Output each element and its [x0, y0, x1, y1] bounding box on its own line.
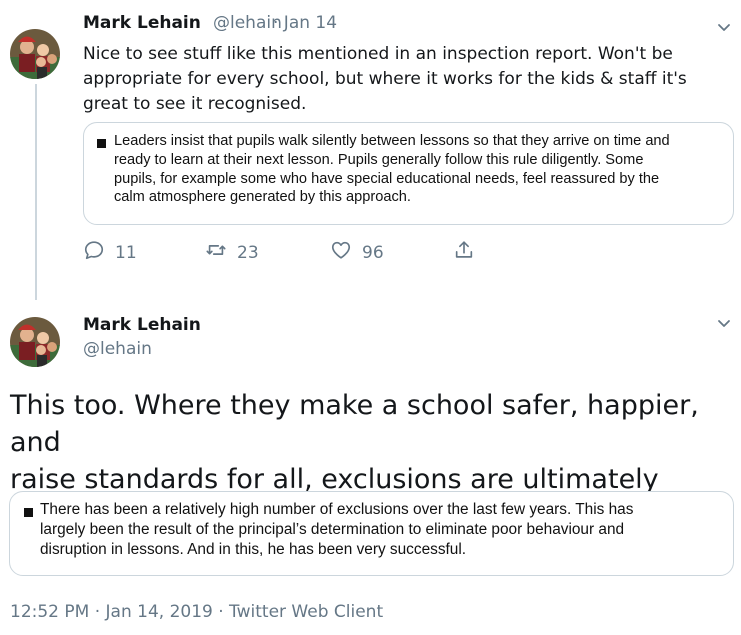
quoted-excerpt-card[interactable]: Leaders insist that pupils walk silently…	[83, 122, 734, 225]
like-icon	[330, 239, 352, 266]
share-icon	[453, 239, 475, 266]
thread-connector-line	[35, 84, 37, 300]
reply-count: 11	[115, 242, 137, 263]
share-button[interactable]	[453, 239, 475, 266]
quote-line: Leaders insist that pupils walk silently…	[114, 133, 670, 149]
quote-line: There has been a relatively high number …	[40, 501, 634, 518]
quote-line: pupils, for example some who have specia…	[114, 170, 660, 187]
bullet-marker	[97, 139, 106, 148]
quote-line: ready to learn at their next lesson. Pup…	[114, 151, 644, 168]
like-button[interactable]: 96	[330, 239, 384, 266]
avatar[interactable]	[10, 317, 60, 367]
tweet-text: Nice to see stuff like this mentioned in…	[83, 44, 687, 114]
quoted-excerpt-card[interactable]: There has been a relatively high number …	[9, 491, 734, 576]
quote-line: disruption in lessons. And in this, he h…	[40, 541, 467, 558]
tweet-date[interactable]: · Jan 14	[273, 13, 337, 33]
like-count: 96	[362, 242, 384, 263]
avatar[interactable]	[10, 29, 60, 79]
author-name[interactable]: Mark Lehain	[83, 315, 201, 335]
retweet-count: 23	[237, 242, 259, 263]
chevron-down-icon[interactable]	[717, 20, 731, 34]
author-handle[interactable]: @lehain	[83, 339, 152, 359]
quote-line: largely been the result of the principal…	[40, 521, 625, 538]
tweet-text-line: This too. Where they make a school safer…	[10, 390, 699, 458]
quote-line: calm atmosphere generated by this approa…	[114, 189, 411, 206]
retweet-button[interactable]: 23	[205, 239, 259, 266]
retweet-icon	[205, 239, 227, 266]
author-handle[interactable]: @lehain	[213, 13, 282, 33]
reply-icon	[83, 239, 105, 266]
tweet-timestamp[interactable]: 12:52 PM · Jan 14, 2019 · Twitter Web Cl…	[10, 602, 383, 622]
bullet-marker	[24, 508, 33, 517]
author-name[interactable]: Mark Lehain	[83, 13, 201, 33]
reply-button[interactable]: 11	[83, 239, 137, 266]
chevron-down-icon[interactable]	[717, 316, 731, 330]
